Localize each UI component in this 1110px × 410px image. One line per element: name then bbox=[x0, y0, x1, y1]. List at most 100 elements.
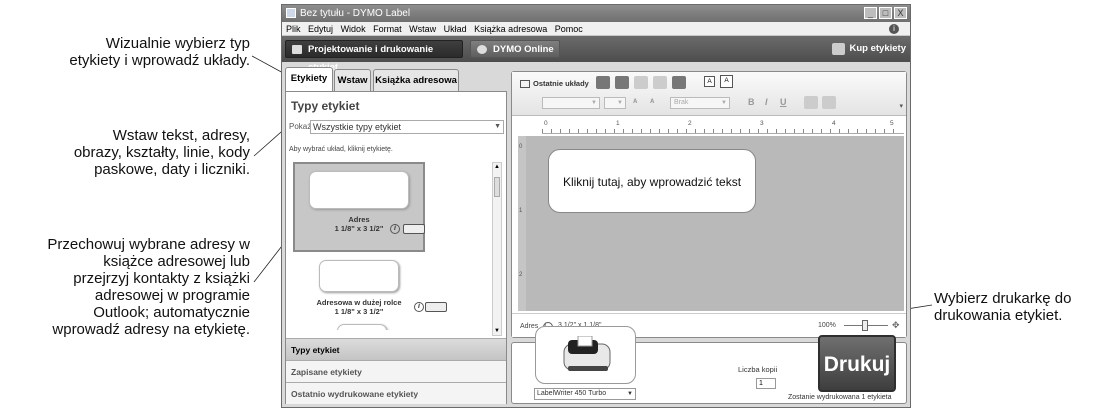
buy-labels-button[interactable]: Kup etykiety bbox=[830, 40, 906, 58]
info-icon[interactable]: i bbox=[414, 302, 424, 312]
label-list-scrollbar[interactable]: ▲ ▼ bbox=[492, 162, 502, 336]
copies-stepper[interactable]: 1 bbox=[756, 378, 776, 389]
cut-icon[interactable] bbox=[634, 76, 648, 89]
label-item-address[interactable]: Adres 1 1/8" x 3 1/2" i bbox=[293, 162, 425, 252]
globe-icon bbox=[477, 45, 487, 54]
ruler-mark: 4 bbox=[832, 120, 836, 127]
ruler-tick bbox=[605, 129, 606, 133]
import-icon[interactable] bbox=[672, 76, 686, 89]
printer-select[interactable]: LabelWriter 450 Turbo ▼ bbox=[534, 388, 636, 400]
menu-view[interactable]: Widok bbox=[341, 24, 366, 34]
scroll-up-icon[interactable]: ▲ bbox=[494, 164, 500, 170]
font-select[interactable]: ▼ bbox=[542, 97, 600, 109]
layouts-icon bbox=[520, 80, 530, 89]
printer-icon bbox=[563, 336, 611, 371]
text-fit-icon[interactable]: ᴬ bbox=[633, 97, 637, 107]
menu-layout[interactable]: Układ bbox=[444, 24, 467, 34]
ruler-mark: 1 bbox=[616, 120, 620, 127]
tab-labels[interactable]: Etykiety bbox=[285, 67, 333, 91]
callout-line: etykiety i wprowadź układy. bbox=[69, 52, 250, 69]
ruler-tick bbox=[641, 129, 642, 133]
label-type-list: Adres 1 1/8" x 3 1/2" i Adresowa w dużej… bbox=[289, 162, 489, 330]
app-icon bbox=[286, 8, 296, 18]
callout-line: książce adresowej lub bbox=[103, 253, 250, 270]
italic-button[interactable]: I bbox=[765, 97, 768, 107]
ruler-tick bbox=[650, 129, 651, 133]
callout-line: Outlook; automatycznie bbox=[93, 304, 250, 321]
print-button[interactable]: Drukuj bbox=[818, 335, 896, 392]
callout-line: obrazy, kształty, linie, kody bbox=[73, 144, 250, 161]
show-filter-select[interactable]: Wszystkie typy etykiet ▼ bbox=[310, 120, 504, 134]
window-controls: _ □ X bbox=[864, 7, 907, 19]
editor-toolbar: Ostatnie układy A A ▼ ▼ ᴬ ᴬ Brak ▼ B I U … bbox=[512, 72, 906, 116]
tab-address-book[interactable]: Książka adresowa bbox=[373, 69, 459, 91]
tab-bar: Etykiety Wstaw Książka adresowa bbox=[285, 67, 507, 91]
menu-file[interactable]: Plik bbox=[286, 24, 301, 34]
grow-text-icon[interactable]: A bbox=[720, 75, 733, 88]
menu-help[interactable]: Pomoc bbox=[555, 24, 583, 34]
close-button[interactable]: X bbox=[894, 7, 907, 19]
recent-layouts-button[interactable]: Ostatnie układy bbox=[520, 79, 589, 89]
ruler-tick bbox=[659, 129, 660, 133]
text-color-icon[interactable]: ᴬ bbox=[650, 97, 654, 107]
callout-line: adresowej w programie bbox=[94, 287, 250, 304]
ruler-mark: 3 bbox=[760, 120, 764, 127]
ruler-mark: 5 bbox=[890, 120, 894, 127]
label-icon bbox=[292, 45, 302, 54]
info-icon[interactable]: i bbox=[390, 224, 400, 234]
align-right-icon[interactable] bbox=[822, 96, 836, 109]
fit-zoom-icon[interactable]: ✥ bbox=[892, 320, 902, 330]
layout-hint: Aby wybrać układ, kliknij etykietę. bbox=[289, 146, 393, 153]
dymo-online-button[interactable]: DYMO Online bbox=[470, 40, 560, 58]
callout-insert: Wstaw tekst, adresy, obrazy, kształty, l… bbox=[74, 127, 250, 178]
ruler-tick bbox=[812, 129, 813, 133]
show-label: Pokaż bbox=[289, 122, 312, 131]
scroll-down-icon[interactable]: ▼ bbox=[494, 328, 500, 334]
help-icon[interactable]: i bbox=[889, 24, 899, 34]
ruler-tick bbox=[884, 129, 885, 133]
toolbar-expand-icon[interactable]: ▾ bbox=[899, 102, 903, 110]
ruler-tick bbox=[695, 129, 696, 133]
ruler-tick bbox=[542, 129, 543, 133]
ruler-mark: 0 bbox=[544, 120, 548, 127]
cart-icon bbox=[831, 43, 845, 55]
zoom-slider[interactable] bbox=[844, 320, 888, 331]
scroll-thumb[interactable] bbox=[494, 177, 500, 197]
labels-panel: Typy etykiet Pokaż Wszystkie typy etykie… bbox=[285, 91, 507, 404]
tab-insert[interactable]: Wstaw bbox=[334, 69, 371, 91]
vertical-ruler: 0 1 2 bbox=[518, 136, 526, 311]
ruler-tick bbox=[758, 129, 759, 133]
ruler-tick bbox=[668, 129, 669, 133]
label-item-large-address[interactable]: Adresowa w dużej rolce 1 1/8" x 3 1/2" i bbox=[293, 260, 447, 320]
chevron-down-icon: ▼ bbox=[627, 391, 633, 397]
label-editor: Ostatnie układy A A ▼ ▼ ᴬ ᴬ Brak ▼ B I U … bbox=[511, 71, 907, 338]
minimize-button[interactable]: _ bbox=[864, 7, 877, 19]
design-print-button[interactable]: Projektowanie i drukowanie etykiet bbox=[285, 40, 463, 73]
label-item-partial[interactable] bbox=[293, 324, 425, 330]
print-icon[interactable] bbox=[615, 76, 629, 89]
bold-button[interactable]: B bbox=[748, 97, 755, 107]
underline-button[interactable]: U bbox=[780, 97, 787, 107]
ruler-tick bbox=[767, 129, 768, 133]
callout-line: drukowania etykiet. bbox=[934, 307, 1063, 324]
menu-address-book[interactable]: Książka adresowa bbox=[474, 24, 547, 34]
maximize-button[interactable]: □ bbox=[879, 7, 892, 19]
menu-bar: Plik Edytuj Widok Format Wstaw Układ Ksi… bbox=[282, 22, 910, 36]
horizontal-ruler: 0 1 2 3 4 5 bbox=[542, 120, 904, 134]
menu-insert[interactable]: Wstaw bbox=[409, 24, 436, 34]
section-recent-labels[interactable]: Ostatnio wydrukowane etykiety bbox=[286, 382, 506, 404]
shrink-text-icon[interactable]: A bbox=[704, 76, 715, 87]
section-saved-labels[interactable]: Zapisane etykiety bbox=[286, 360, 506, 382]
menu-format[interactable]: Format bbox=[373, 24, 402, 34]
highlight-select[interactable]: Brak ▼ bbox=[670, 97, 730, 109]
font-size-select[interactable]: ▼ bbox=[604, 97, 626, 109]
align-left-icon[interactable] bbox=[804, 96, 818, 109]
undo-icon[interactable] bbox=[653, 76, 667, 89]
ruler-tick bbox=[578, 129, 579, 133]
save-icon[interactable] bbox=[596, 76, 610, 89]
zoom-slider-knob[interactable] bbox=[862, 320, 868, 331]
section-label-types[interactable]: Typy etykiet bbox=[286, 338, 506, 360]
ruler-tick bbox=[551, 129, 552, 133]
menu-edit[interactable]: Edytuj bbox=[308, 24, 333, 34]
label-text-area[interactable]: Kliknij tutaj, aby wprowadzić tekst bbox=[548, 149, 756, 213]
